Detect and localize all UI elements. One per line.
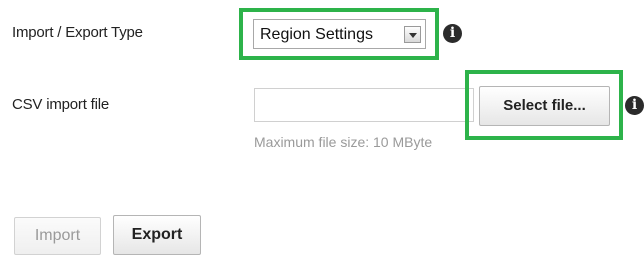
info-icon[interactable]: i [625,96,644,115]
info-icon[interactable]: i [443,24,462,43]
import-export-type-select[interactable]: Region Settings [253,19,426,49]
import-export-type-value: Region Settings [260,26,373,43]
csv-import-file-label: CSV import file [12,96,110,113]
max-file-size-hint: Maximum file size: 10 MByte [254,134,433,150]
import-button[interactable]: Import [14,217,101,255]
chevron-down-icon[interactable] [404,26,421,43]
select-file-button[interactable]: Select file... [479,86,610,126]
info-glyph: i [449,25,456,41]
export-button[interactable]: Export [113,215,201,255]
import-export-type-label: Import / Export Type [12,24,143,41]
info-glyph: i [631,97,638,113]
csv-file-input[interactable] [254,88,474,122]
